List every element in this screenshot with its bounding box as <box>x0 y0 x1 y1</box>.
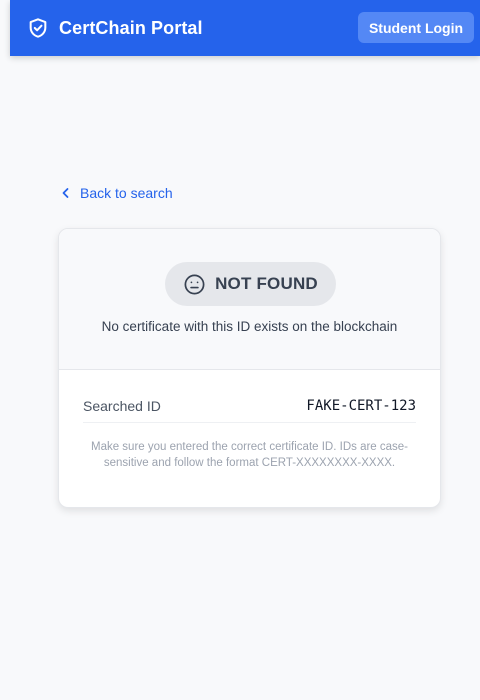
shield-check-icon <box>29 18 47 38</box>
searched-id-row: Searched ID FAKE-CERT-123 <box>83 389 416 423</box>
app-title: CertChain Portal <box>59 17 203 38</box>
searched-id-label: Searched ID <box>83 397 161 414</box>
neutral-face-icon <box>184 274 205 294</box>
status-badge: NOT FOUND <box>165 262 336 306</box>
chevron-left-icon <box>62 188 69 198</box>
status-label: NOT FOUND <box>215 274 318 293</box>
searched-id-value: FAKE-CERT-123 <box>306 397 416 414</box>
result-card: NOT FOUND No certificate with this ID ex… <box>58 228 441 508</box>
format-hint: Make sure you entered the correct certif… <box>90 441 409 469</box>
brand[interactable]: CertChain Portal <box>27 17 203 39</box>
student-login-button[interactable]: Student Login <box>358 12 474 43</box>
back-link-label: Back to search <box>80 185 173 201</box>
result-status-section: NOT FOUND No certificate with this ID ex… <box>59 229 440 370</box>
app-header: CertChain Portal Student Login <box>10 0 480 56</box>
back-to-search-link[interactable]: Back to search <box>60 185 173 201</box>
status-description: No certificate with this ID exists on th… <box>101 319 398 334</box>
